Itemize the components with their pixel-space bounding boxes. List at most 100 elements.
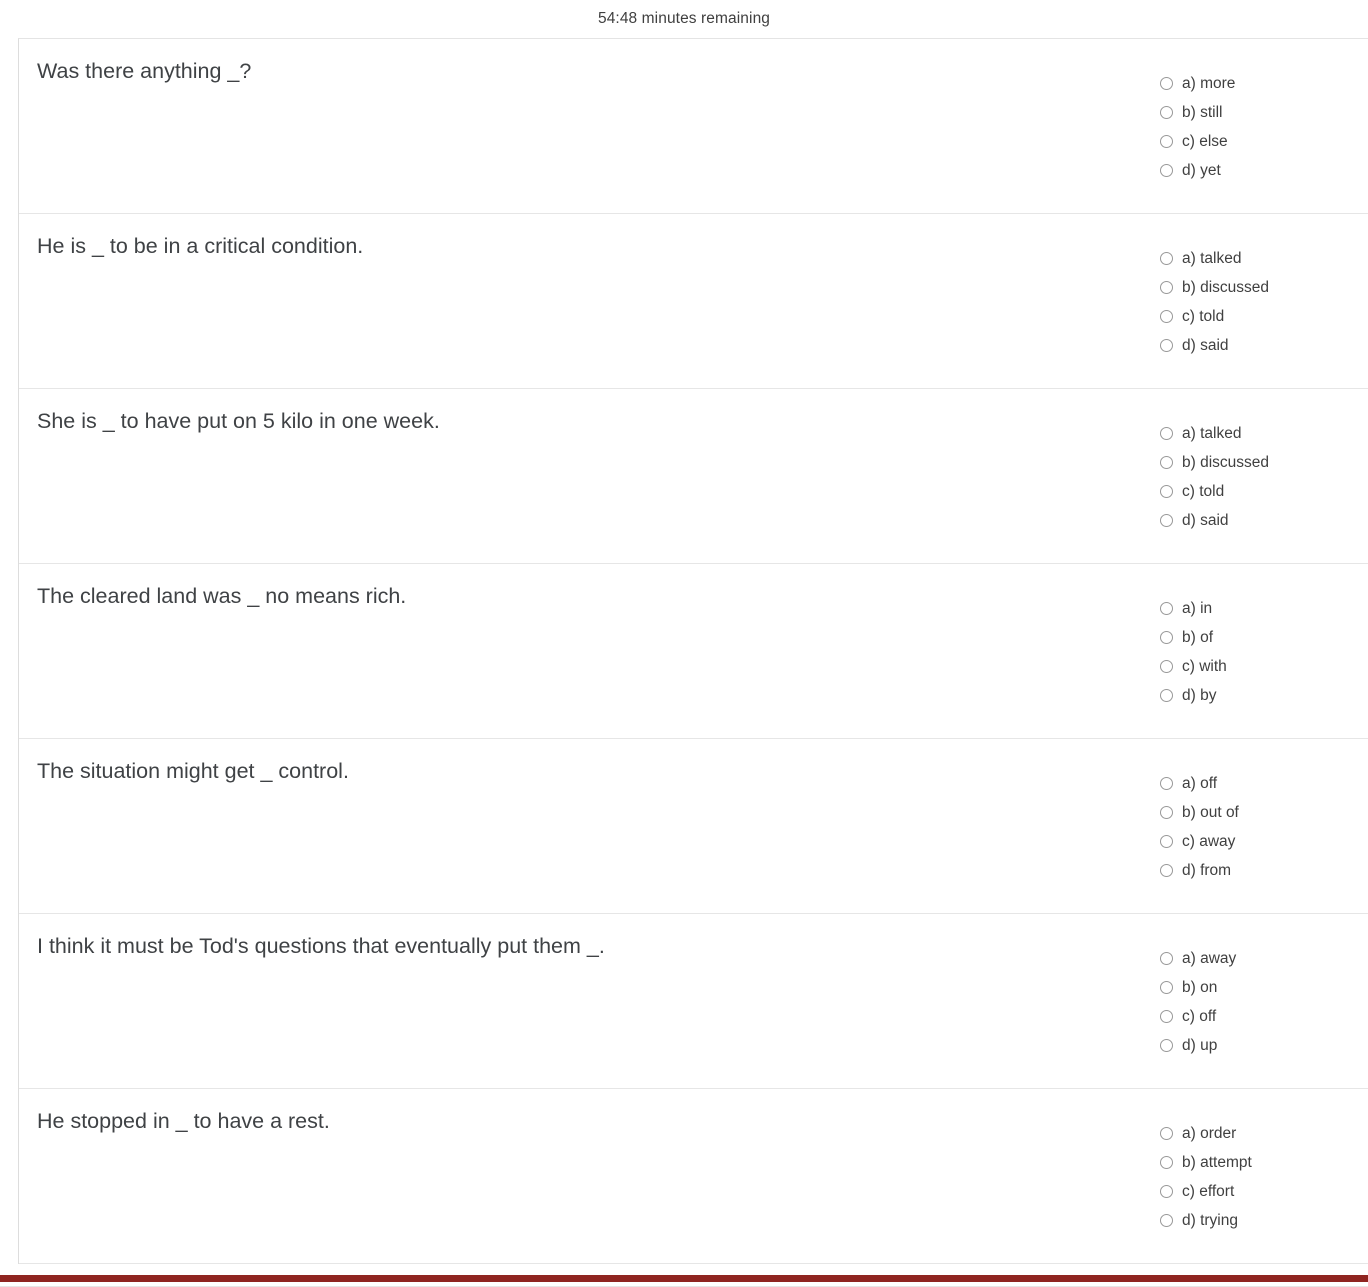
option-item[interactable]: d) trying	[1160, 1206, 1360, 1235]
option-label: b) of	[1182, 628, 1214, 646]
option-label: c) with	[1182, 657, 1227, 675]
radio-button-icon[interactable]	[1160, 310, 1173, 323]
option-item[interactable]: a) away	[1160, 944, 1360, 973]
radio-button-icon[interactable]	[1160, 1185, 1173, 1198]
question-row: She is _ to have put on 5 kilo in one we…	[19, 389, 1368, 564]
option-item[interactable]: a) order	[1160, 1119, 1360, 1148]
radio-button-icon[interactable]	[1160, 456, 1173, 469]
radio-button-icon[interactable]	[1160, 514, 1173, 527]
radio-button-icon[interactable]	[1160, 602, 1173, 615]
radio-button-icon[interactable]	[1160, 1010, 1173, 1023]
option-item[interactable]: a) more	[1160, 69, 1360, 98]
option-item[interactable]: d) up	[1160, 1031, 1360, 1060]
radio-button-icon[interactable]	[1160, 631, 1173, 644]
option-label: a) more	[1182, 74, 1236, 92]
option-item[interactable]: c) away	[1160, 827, 1360, 856]
option-label: b) still	[1182, 103, 1223, 121]
timer-label: 54:48 minutes remaining	[597, 10, 771, 27]
radio-button-icon[interactable]	[1160, 281, 1173, 294]
option-item[interactable]: d) from	[1160, 856, 1360, 885]
option-label: b) attempt	[1182, 1153, 1252, 1171]
option-label: c) told	[1182, 482, 1225, 500]
radio-button-icon[interactable]	[1160, 777, 1173, 790]
option-label: b) out of	[1182, 803, 1239, 821]
option-item[interactable]: c) effort	[1160, 1177, 1360, 1206]
option-item[interactable]: b) on	[1160, 973, 1360, 1002]
radio-button-icon[interactable]	[1160, 1214, 1173, 1227]
option-label: c) off	[1182, 1007, 1217, 1025]
radio-button-icon[interactable]	[1160, 77, 1173, 90]
question-row: The cleared land was _ no means rich. a) …	[19, 564, 1368, 739]
bottom-accent-bar	[0, 1275, 1368, 1282]
radio-button-icon[interactable]	[1160, 106, 1173, 119]
question-row: Was there anything _? a) more b) still c) e…	[19, 39, 1368, 214]
radio-button-icon[interactable]	[1160, 339, 1173, 352]
option-group: a) order b) attempt c) effort d) trying	[1160, 1089, 1360, 1245]
option-item[interactable]: d) by	[1160, 681, 1360, 710]
option-label: d) trying	[1182, 1211, 1238, 1229]
option-group: a) away b) on c) off d) up	[1160, 914, 1360, 1070]
question-text: The cleared land was _ no means rich.	[37, 584, 407, 608]
radio-button-icon[interactable]	[1160, 981, 1173, 994]
radio-button-icon[interactable]	[1160, 806, 1173, 819]
option-label: c) else	[1182, 132, 1228, 150]
option-item[interactable]: b) still	[1160, 98, 1360, 127]
option-item[interactable]: c) else	[1160, 127, 1360, 156]
option-item[interactable]: c) told	[1160, 477, 1360, 506]
radio-button-icon[interactable]	[1160, 660, 1173, 673]
question-text: He stopped in _ to have a rest.	[37, 1109, 330, 1133]
option-label: c) effort	[1182, 1182, 1235, 1200]
option-group: a) in b) of c) with d) by	[1160, 564, 1360, 720]
option-label: d) yet	[1182, 161, 1221, 179]
radio-button-icon[interactable]	[1160, 835, 1173, 848]
question-text: The situation might get _ control.	[37, 759, 349, 783]
radio-button-icon[interactable]	[1160, 252, 1173, 265]
question-list: Was there anything _? a) more b) still c) e…	[18, 38, 1368, 1264]
radio-button-icon[interactable]	[1160, 1039, 1173, 1052]
question-text: She is _ to have put on 5 kilo in one we…	[37, 409, 440, 433]
option-item[interactable]: b) out of	[1160, 798, 1360, 827]
radio-button-icon[interactable]	[1160, 135, 1173, 148]
question-text: Was there anything _?	[37, 59, 252, 83]
question-text: I think it must be Tod's questions that …	[37, 934, 605, 958]
option-group: a) talked b) discussed c) told d) said	[1160, 389, 1360, 545]
option-item[interactable]: c) off	[1160, 1002, 1360, 1031]
radio-button-icon[interactable]	[1160, 864, 1173, 877]
question-row: I think it must be Tod's questions that …	[19, 914, 1368, 1089]
option-item[interactable]: a) in	[1160, 594, 1360, 623]
radio-button-icon[interactable]	[1160, 689, 1173, 702]
radio-button-icon[interactable]	[1160, 427, 1173, 440]
option-label: d) by	[1182, 686, 1217, 704]
radio-button-icon[interactable]	[1160, 952, 1173, 965]
option-item[interactable]: b) discussed	[1160, 448, 1360, 477]
option-item[interactable]: c) with	[1160, 652, 1360, 681]
option-item[interactable]: d) said	[1160, 506, 1360, 535]
radio-button-icon[interactable]	[1160, 1127, 1173, 1140]
option-group: a) more b) still c) else d) yet	[1160, 39, 1360, 195]
option-item[interactable]: b) attempt	[1160, 1148, 1360, 1177]
option-label: a) talked	[1182, 424, 1242, 442]
option-item[interactable]: a) talked	[1160, 419, 1360, 448]
radio-button-icon[interactable]	[1160, 1156, 1173, 1169]
radio-button-icon[interactable]	[1160, 164, 1173, 177]
radio-button-icon[interactable]	[1160, 485, 1173, 498]
option-item[interactable]: a) talked	[1160, 244, 1360, 273]
option-item[interactable]: d) yet	[1160, 156, 1360, 185]
option-group: a) off b) out of c) away d) from	[1160, 739, 1360, 895]
option-label: c) away	[1182, 832, 1236, 850]
option-label: b) discussed	[1182, 278, 1270, 296]
option-item[interactable]: b) of	[1160, 623, 1360, 652]
option-item[interactable]: a) off	[1160, 769, 1360, 798]
option-label: a) off	[1182, 774, 1218, 792]
question-row: He is _ to be in a critical condition. a)…	[19, 214, 1368, 389]
option-item[interactable]: c) told	[1160, 302, 1360, 331]
option-label: a) in	[1182, 599, 1213, 617]
option-group: a) talked b) discussed c) told d) said	[1160, 214, 1360, 370]
option-item[interactable]: d) said	[1160, 331, 1360, 360]
option-item[interactable]: b) discussed	[1160, 273, 1360, 302]
question-row: He stopped in _ to have a rest. a) order b…	[19, 1089, 1368, 1264]
question-text: He is _ to be in a critical condition.	[37, 234, 364, 258]
quiz-page: 54:48 minutes remaining Was there anythi…	[0, 0, 1368, 1287]
option-label: d) up	[1182, 1036, 1218, 1054]
option-label: b) on	[1182, 978, 1218, 996]
